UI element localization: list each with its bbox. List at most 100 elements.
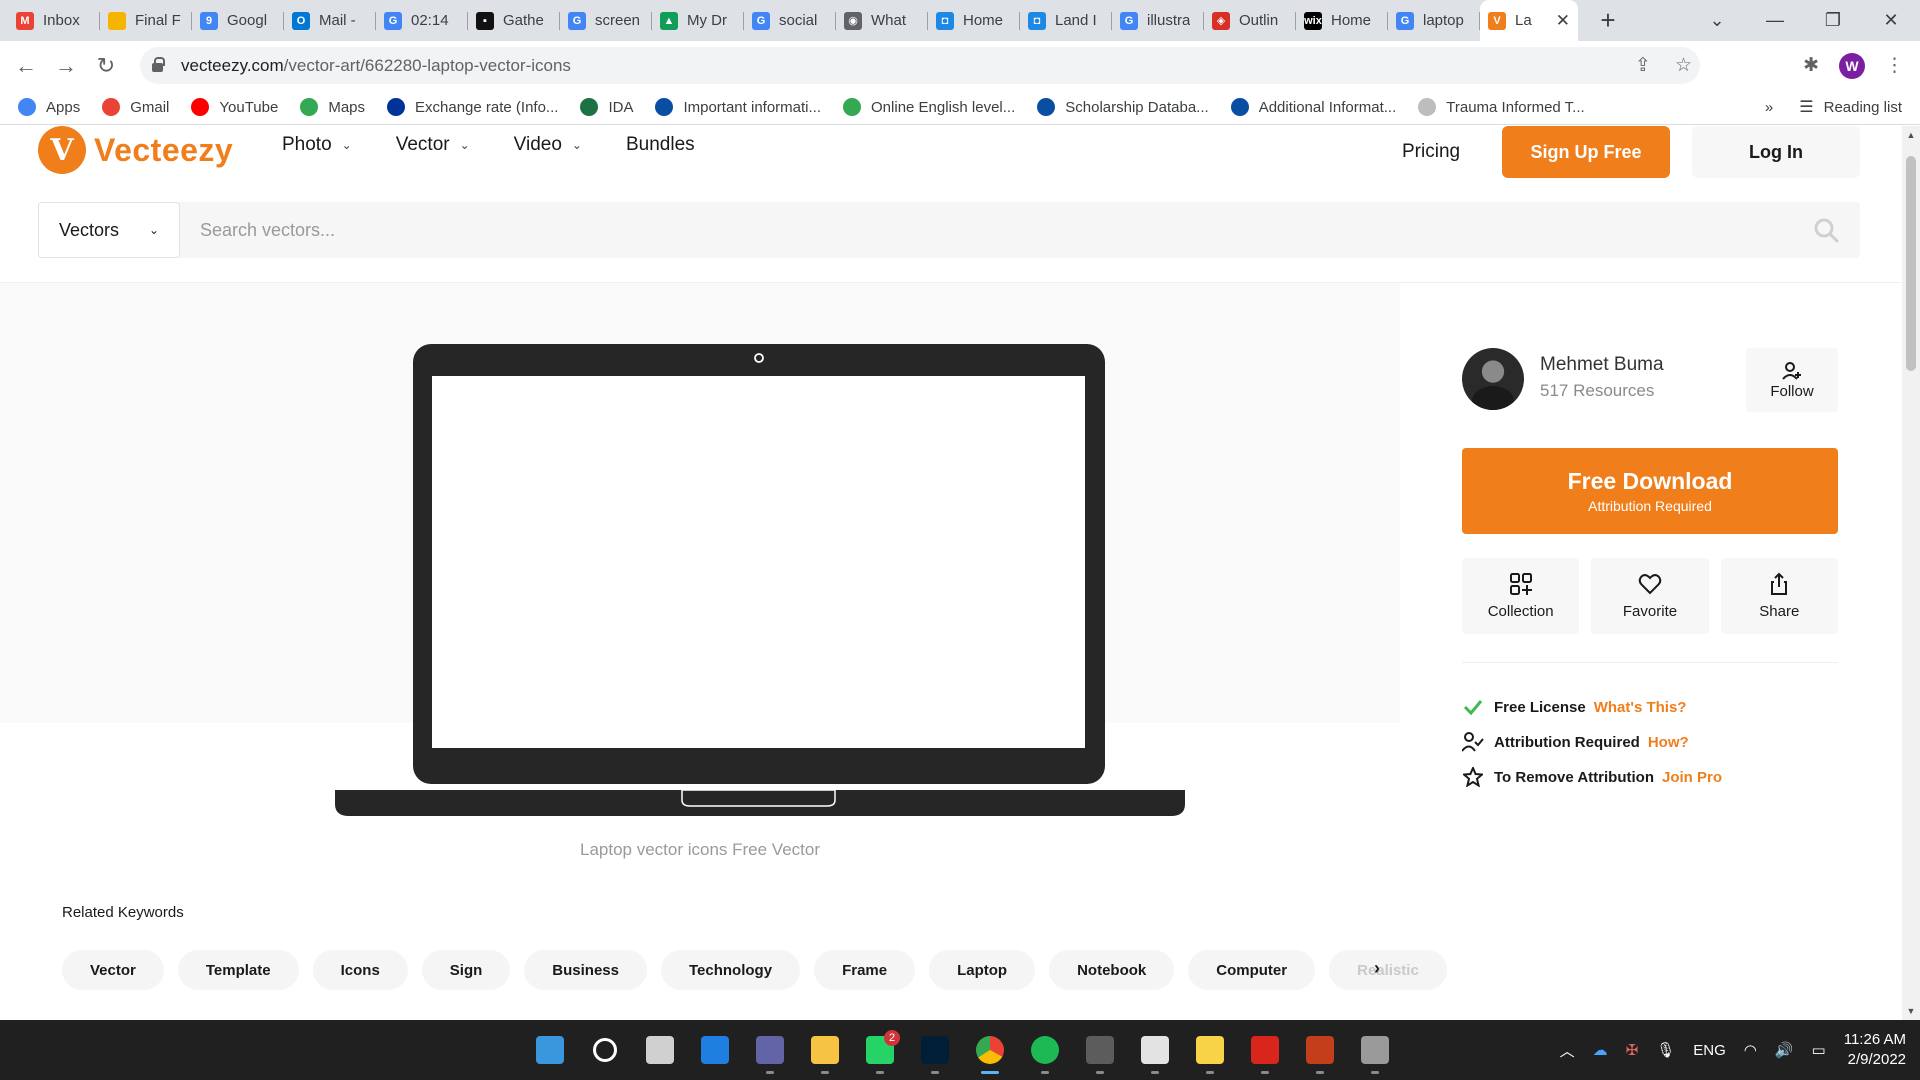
bookmark-item[interactable]: Important informati... [655,98,821,116]
reading-list-button[interactable]: ☰ Reading list [1799,97,1902,117]
browser-tab[interactable]: ◈ Outlin [1204,0,1296,41]
keyword-chip[interactable]: Notebook [1049,950,1175,990]
asset-type-select[interactable]: Vectors ⌄ [38,202,180,258]
author-avatar[interactable] [1462,348,1524,410]
browser-tab[interactable]: O Mail - [284,0,376,41]
browser-tab[interactable]: Gscreen [560,0,652,41]
favorite-button[interactable]: Favorite [1591,558,1709,634]
bookmark-item[interactable]: Scholarship Databa... [1037,98,1209,116]
browser-tab[interactable]: ▪ Gathe [468,0,560,41]
language-indicator[interactable]: ENG [1693,1042,1726,1059]
bookmark-item[interactable]: Gmail [102,98,169,116]
battery-icon[interactable]: ▭ [1812,1041,1826,1059]
browser-tab[interactable]: Final F [100,0,192,41]
acrobat-icon[interactable] [1243,1028,1287,1074]
windows-start-icon[interactable] [528,1028,572,1072]
collection-button[interactable]: Collection [1462,558,1580,634]
whats-this-link[interactable]: What's This? [1594,699,1687,716]
extensions-puzzle-icon[interactable]: ✱ [1803,54,1819,77]
restore-button[interactable]: ❐ [1804,10,1862,31]
sign-up-button[interactable]: Sign Up Free [1502,126,1670,178]
back-arrow-icon[interactable]: ← [6,53,46,79]
browser-tab[interactable]: Glaptop [1388,0,1480,41]
close-window-button[interactable]: ✕ [1862,10,1920,31]
log-in-button[interactable]: Log In [1692,126,1860,178]
search-icon[interactable] [1812,216,1840,244]
reload-icon[interactable]: ↻ [86,53,126,79]
lock-icon[interactable] [152,57,165,72]
keyword-chip[interactable]: Sign [421,950,511,990]
calculator-icon[interactable] [1078,1028,1122,1074]
tab-search-icon[interactable]: ⌄ [1688,10,1746,31]
browser-tab[interactable]: Gillustra [1112,0,1204,41]
url-text[interactable]: vecteezy.com/vector-art/662280-laptop-ve… [181,56,571,76]
bookmark-item[interactable]: Apps [18,98,80,116]
settings-gear-icon[interactable] [1353,1028,1397,1074]
follow-button[interactable]: Follow [1746,348,1838,412]
keyword-chip[interactable]: Laptop [929,950,1036,990]
clock[interactable]: 11:26 AM 2/9/2022 [1844,1030,1906,1070]
more-bookmarks-icon[interactable]: » [1765,99,1773,116]
scrollbar-thumb[interactable] [1906,156,1916,371]
new-tab-button[interactable]: + [1590,0,1626,41]
bookmark-item[interactable]: Online English level... [843,98,1015,116]
spotify-icon[interactable] [1023,1028,1067,1074]
whatsapp-icon[interactable]: 2 [858,1028,902,1074]
onedrive-icon[interactable]: ☁ [1593,1041,1608,1059]
author-name[interactable]: Mehmet Buma [1540,354,1664,376]
vecteezy-logo[interactable]: V Vecteezy [38,126,233,174]
close-tab-icon[interactable]: ✕ [1556,11,1570,31]
browser-tab[interactable]: ◉ What [836,0,928,41]
keyword-chip[interactable]: Icons [312,950,408,990]
bookmark-item[interactable]: Trauma Informed T... [1418,98,1585,116]
search-input[interactable] [200,202,1780,258]
teams-chat-icon[interactable] [748,1028,792,1074]
browser-menu-icon[interactable]: ⋮ [1885,54,1904,77]
keyword-chip[interactable]: Business [524,950,647,990]
nav-vector[interactable]: Vector ⌄ [396,134,470,156]
keyword-chip[interactable]: Frame [814,950,916,990]
free-download-button[interactable]: Free Download Attribution Required [1462,448,1838,534]
file-explorer-icon[interactable] [803,1028,847,1074]
powerpoint-icon[interactable] [1298,1028,1342,1074]
minimize-button[interactable]: — [1746,10,1804,31]
bookmark-item[interactable]: Additional Informat... [1230,98,1396,116]
browser-tab[interactable]: G 02:14 [376,0,468,41]
join-pro-link[interactable]: Join Pro [1662,769,1722,786]
how-link[interactable]: How? [1648,734,1689,751]
search-icon[interactable] [583,1028,627,1072]
bluetooth-tray-icon[interactable]: ✠ [1626,1041,1639,1059]
browser-tab[interactable]: ◘ Home [928,0,1020,41]
laptop-vector-preview[interactable] [335,344,1185,816]
bookmark-item[interactable]: YouTube [191,98,278,116]
profile-avatar[interactable]: W [1839,52,1865,79]
sticky-notes-icon[interactable] [1188,1028,1232,1074]
photoshop-icon[interactable] [913,1028,957,1074]
nav-photo[interactable]: Photo ⌄ [282,134,352,156]
nav-bundles[interactable]: Bundles [626,134,695,156]
pricing-link[interactable]: Pricing [1402,141,1460,163]
bookmark-star-icon[interactable]: ☆ [1675,54,1692,77]
bookmark-item[interactable]: Maps [300,98,365,116]
wifi-icon[interactable]: ◠ [1744,1041,1757,1059]
browser-tab[interactable]: Gsocial [744,0,836,41]
nav-video[interactable]: Video ⌄ [514,134,582,156]
browser-tab[interactable]: V La ✕ [1480,0,1578,41]
keyword-chip[interactable]: Computer [1188,950,1316,990]
keyword-chip[interactable]: Technology [661,950,801,990]
bookmark-item[interactable]: IDA [580,98,633,116]
tray-overflow-icon[interactable]: ︿ [1560,1040,1575,1061]
chrome-icon[interactable] [968,1028,1012,1074]
keyword-chip[interactable]: Vector [62,950,164,990]
snipping-tool-icon[interactable] [1133,1028,1177,1074]
task-view-icon[interactable] [638,1028,682,1072]
share-page-icon[interactable]: ⇪ [1635,54,1651,77]
keyword-chip[interactable]: Realistic [1329,950,1447,990]
browser-tab[interactable]: 9 Googl [192,0,284,41]
widgets-icon[interactable] [693,1028,737,1072]
chevron-right-icon[interactable]: › [1374,958,1380,979]
volume-icon[interactable]: 🔊 [1775,1041,1794,1059]
browser-tab[interactable]: M Inbox [8,0,100,41]
browser-tab[interactable]: wix Home [1296,0,1388,41]
browser-tab[interactable]: ▲ My Dr [652,0,744,41]
